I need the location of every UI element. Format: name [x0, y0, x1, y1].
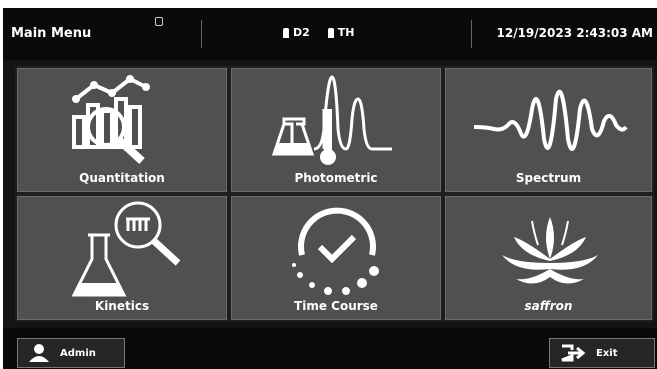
tile-spectrum[interactable]: Spectrum — [445, 68, 652, 192]
tile-saffron[interactable]: saffron — [445, 196, 652, 320]
exit-button[interactable]: Exit — [549, 338, 655, 368]
user-button[interactable]: Admin — [17, 338, 125, 368]
divider — [201, 20, 202, 48]
status-th: TH — [327, 26, 355, 39]
status-th-label: TH — [337, 26, 355, 39]
top-bar: Main Menu D2 TH 12/19/2023 2:43:03 AM — [3, 8, 657, 60]
exit-icon — [561, 344, 586, 362]
tile-time-course[interactable]: Time Course — [231, 196, 441, 320]
tile-quantitation[interactable]: Quantitation — [17, 68, 227, 192]
menu-grid: Quantitation Photometric Spectrum Kineti… — [15, 66, 654, 322]
tile-label: Kinetics — [94, 299, 150, 313]
bottle-icon — [283, 27, 289, 38]
lamp-status: D2 TH — [283, 26, 355, 39]
brand-label: saffron — [524, 299, 573, 313]
user-icon — [29, 344, 49, 362]
datetime-display: 12/19/2023 2:43:03 AM — [496, 26, 654, 40]
tile-label: Photometric — [294, 171, 378, 185]
tile-photometric[interactable]: Photometric — [231, 68, 441, 192]
user-label: Admin — [60, 347, 96, 359]
lamp-icon — [327, 27, 334, 38]
status-d2: D2 — [283, 26, 310, 39]
tile-kinetics[interactable]: Kinetics — [17, 196, 227, 320]
exit-label: Exit — [596, 347, 618, 359]
tile-label: Spectrum — [515, 171, 582, 185]
cursor-icon — [155, 17, 163, 26]
tile-label: Time Course — [294, 299, 378, 313]
tile-label: Quantitation — [79, 171, 165, 185]
divider — [471, 20, 472, 48]
instrument-screen: Main Menu D2 TH 12/19/2023 2:43:03 AM Qu… — [3, 8, 657, 369]
status-d2-label: D2 — [293, 26, 310, 39]
page-title: Main Menu — [11, 26, 92, 41]
footer-bar: Admin Exit — [3, 328, 657, 369]
